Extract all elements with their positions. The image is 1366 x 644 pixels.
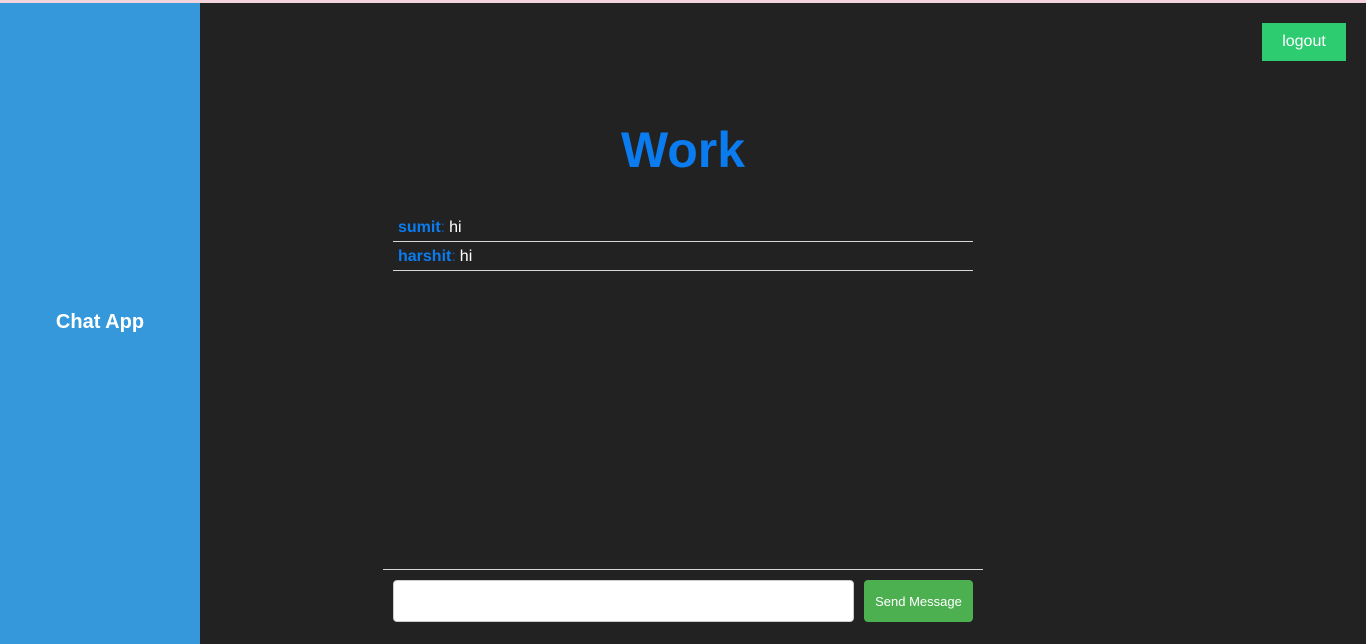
- app-brand: Chat App: [55, 311, 145, 333]
- sidebar: Chat App: [0, 3, 200, 644]
- message-separator: :: [451, 247, 456, 265]
- logout-button[interactable]: logout: [1262, 23, 1346, 61]
- room-title: Work: [620, 122, 746, 178]
- message-item: harshit : hi: [393, 242, 973, 271]
- message-sender: sumit: [398, 218, 441, 236]
- chat-main: logout Work sumit : hi harshit : hi Send…: [200, 3, 1366, 644]
- message-input[interactable]: [393, 580, 854, 622]
- send-message-button[interactable]: Send Message: [864, 580, 973, 622]
- message-item: sumit : hi: [393, 213, 973, 242]
- message-separator: :: [440, 218, 446, 236]
- message-list: sumit : hi harshit : hi: [393, 213, 973, 271]
- message-text: hi: [449, 218, 462, 236]
- message-sender: harshit: [398, 247, 452, 265]
- composer-divider: [383, 569, 983, 570]
- message-text: hi: [459, 247, 473, 265]
